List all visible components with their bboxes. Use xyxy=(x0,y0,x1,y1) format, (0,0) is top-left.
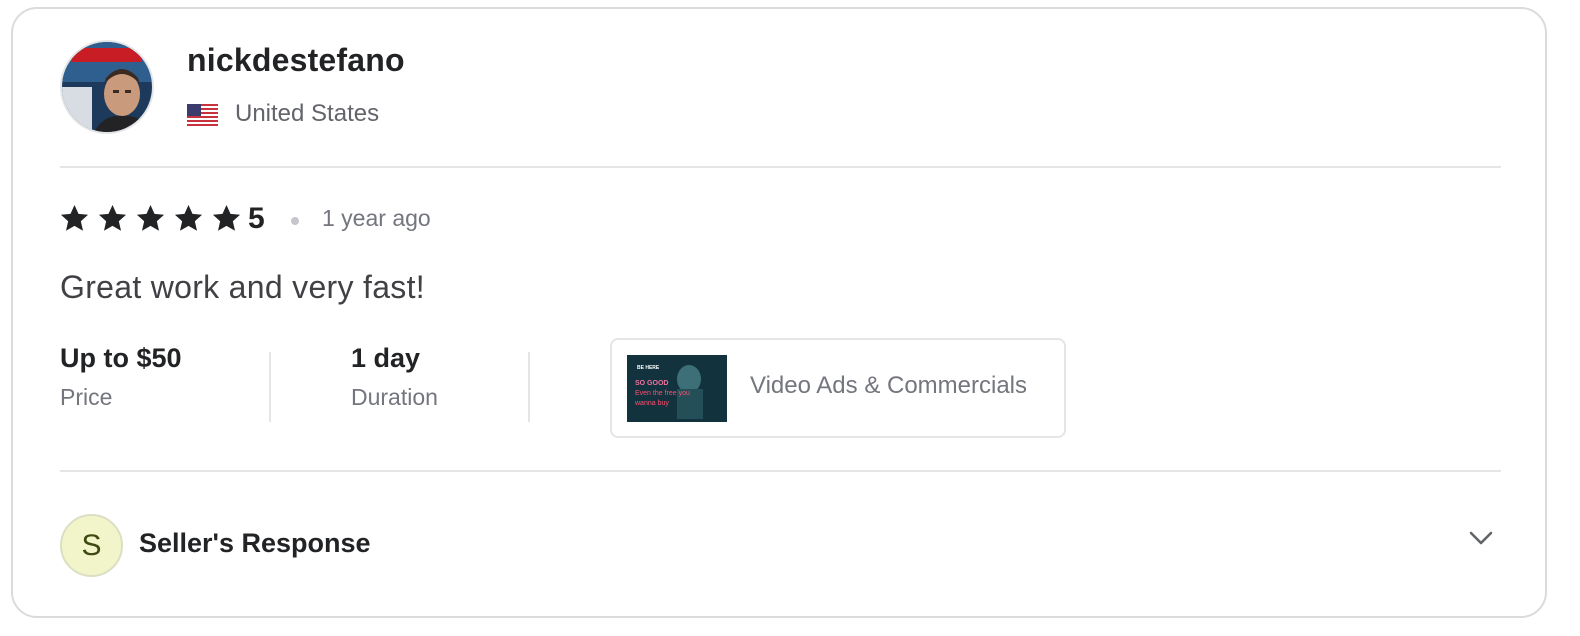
seller-avatar: S xyxy=(60,514,123,577)
seller-response-label[interactable]: Seller's Response xyxy=(139,528,371,559)
us-flag-icon xyxy=(187,104,218,126)
star-icon xyxy=(98,204,127,231)
price-label: Price xyxy=(60,384,113,410)
review-card xyxy=(11,7,1547,618)
review-time: 1 year ago xyxy=(322,205,431,231)
gig-link[interactable]: BE HERE SO GOOD Even the free you wanna … xyxy=(610,338,1066,438)
meta-divider xyxy=(269,352,271,422)
gig-thumbnail: BE HERE SO GOOD Even the free you wanna … xyxy=(627,355,727,422)
gig-thumb-line-4: wanna buy xyxy=(634,400,669,407)
star-icon xyxy=(136,204,165,231)
reviewer-username[interactable]: nickdestefano xyxy=(187,42,405,79)
price-value: Up to $50 xyxy=(60,343,182,373)
gig-thumb-line-1: BE HERE xyxy=(637,365,660,371)
header-divider xyxy=(60,166,1501,168)
seller-initial: S xyxy=(81,528,102,562)
avatar-photo-icon xyxy=(62,42,152,132)
star-icon xyxy=(212,204,241,231)
reviewer-country: United States xyxy=(235,100,380,127)
meta-divider xyxy=(528,352,530,422)
response-divider xyxy=(60,470,1501,472)
gig-thumb-line-3: Even the free you xyxy=(635,390,690,397)
rating-value: 5 xyxy=(248,202,265,235)
gig-title[interactable]: Video Ads & Commercials xyxy=(750,372,1027,400)
chevron-down-icon[interactable] xyxy=(1466,526,1496,550)
gig-thumb-line-2: SO GOOD xyxy=(635,380,668,387)
review-text: Great work and very fast! xyxy=(60,269,425,305)
star-icon xyxy=(60,204,89,231)
duration-label: Duration xyxy=(351,384,438,410)
star-icon xyxy=(174,204,203,231)
separator-dot xyxy=(291,217,299,225)
reviewer-avatar[interactable] xyxy=(60,40,154,134)
duration-value: 1 day xyxy=(351,343,421,373)
star-rating xyxy=(59,201,249,235)
